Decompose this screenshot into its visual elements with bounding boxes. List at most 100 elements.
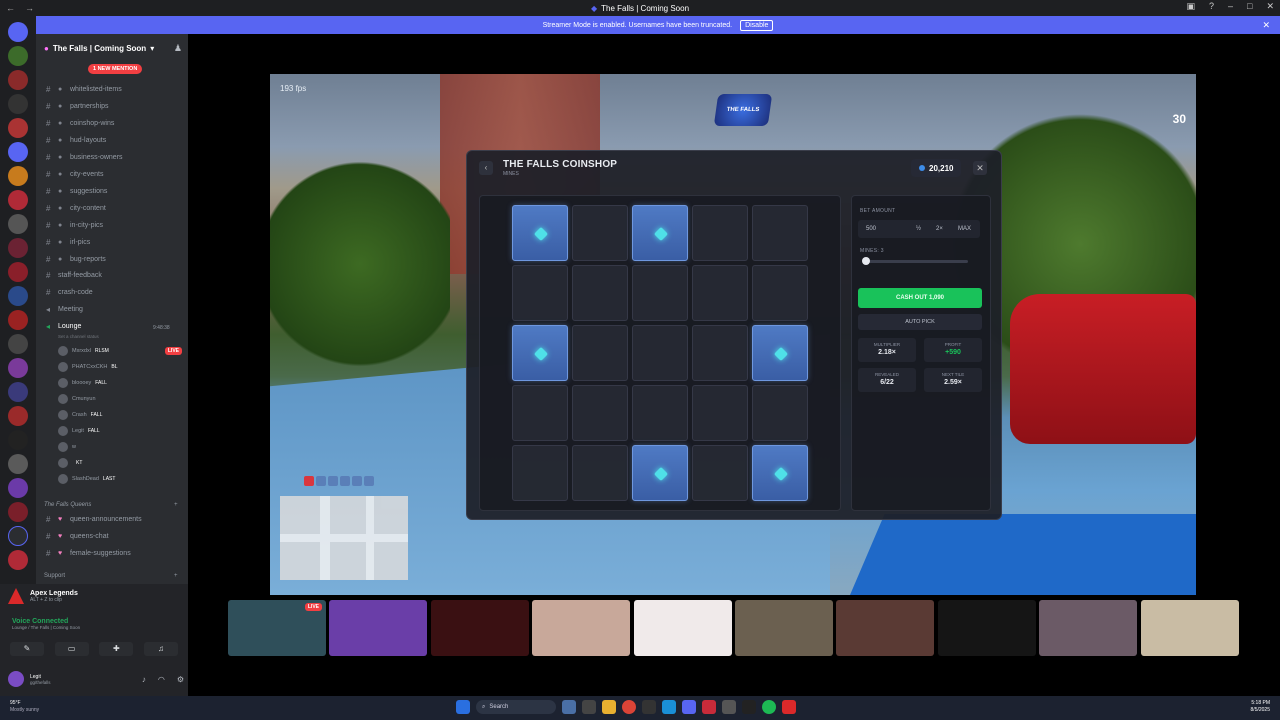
voice-user[interactable]: KT — [58, 456, 182, 470]
revealed-gem-tile[interactable] — [632, 445, 688, 501]
server-icon-6[interactable] — [8, 166, 28, 186]
hidden-tile[interactable] — [512, 445, 568, 501]
server-icon-12[interactable] — [8, 310, 28, 330]
channel-suggestions[interactable]: # ● suggestions — [46, 184, 107, 198]
hidden-tile[interactable] — [752, 385, 808, 441]
channel-irl-pics[interactable]: # ● irl-pics — [46, 235, 90, 249]
stream-thumbnail[interactable] — [430, 600, 529, 656]
channel-bug-reports[interactable]: # ● bug-reports — [46, 252, 106, 266]
hidden-tile[interactable] — [692, 205, 748, 261]
cash-out-button[interactable]: CASH OUT 1,090 — [858, 288, 982, 308]
server-icon-20[interactable] — [8, 502, 28, 522]
server-icon-16[interactable] — [8, 406, 28, 426]
discord-icon[interactable] — [682, 700, 696, 714]
server-icon-9[interactable] — [8, 238, 28, 258]
server-icon-the-falls[interactable] — [8, 526, 28, 546]
revealed-gem-tile[interactable] — [752, 325, 808, 381]
channel-city-content[interactable]: # ● city-content — [46, 201, 106, 215]
close-icon[interactable]: ✕ — [1266, 1, 1274, 12]
spotify-icon[interactable] — [762, 700, 776, 714]
channel-meeting[interactable]: ◂ Meeting — [46, 302, 83, 316]
stream-thumbnail[interactable] — [937, 600, 1036, 656]
help-icon[interactable]: ? — [1209, 1, 1214, 12]
close-banner-icon[interactable]: ✕ — [1262, 20, 1270, 31]
stream-thumbnail[interactable]: LIVE — [228, 600, 326, 656]
hidden-tile[interactable] — [752, 265, 808, 321]
stream-thumbnail[interactable] — [735, 600, 833, 656]
voice-channel-lounge[interactable]: ◂ Lounge — [46, 319, 81, 333]
maximize-icon[interactable]: □ — [1247, 1, 1252, 12]
stream-thumbnail[interactable] — [1039, 600, 1138, 656]
hidden-tile[interactable] — [512, 265, 568, 321]
server-icon-8[interactable] — [8, 214, 28, 234]
hidden-tile[interactable] — [632, 385, 688, 441]
hidden-tile[interactable] — [572, 205, 628, 261]
hidden-tile[interactable] — [512, 385, 568, 441]
task-view-icon[interactable] — [582, 700, 596, 714]
back-arrow-icon[interactable]: ← — [6, 3, 15, 13]
microphone-icon[interactable]: ♪ — [142, 675, 146, 684]
channel-crash-code[interactable]: # crash-code — [46, 285, 93, 299]
stream-thumbnail[interactable] — [329, 600, 428, 656]
bet-amount-input[interactable]: 500 ½ 2× MAX — [858, 220, 980, 238]
channel-business-owners[interactable]: # ● business-owners — [46, 150, 123, 164]
channel-hud-layouts[interactable]: # ● hud-layouts — [46, 133, 106, 147]
stream-thumbnail[interactable] — [532, 600, 631, 656]
stream-thumbnail[interactable] — [1140, 600, 1239, 656]
app-icon-2[interactable] — [662, 700, 676, 714]
hidden-tile[interactable] — [572, 445, 628, 501]
windows-start-icon[interactable] — [456, 700, 470, 714]
screen-share-icon[interactable]: ▭ — [54, 642, 89, 656]
category-the-falls-queens[interactable]: The Falls Queens + — [44, 502, 178, 508]
disable-streamer-mode-button[interactable]: Disable — [740, 19, 774, 31]
revealed-gem-tile[interactable] — [512, 325, 568, 381]
app-icon-3[interactable] — [702, 700, 716, 714]
server-header[interactable]: ● The Falls | Coming Soon ▾ ♟ — [36, 38, 188, 58]
half-bet-button[interactable]: ½ — [916, 226, 921, 232]
voice-user[interactable]: Mxrxdxl RLSM LIVE — [58, 344, 182, 358]
mines-slider[interactable] — [862, 257, 968, 265]
server-icon-10[interactable] — [8, 262, 28, 282]
chrome-icon[interactable] — [622, 700, 636, 714]
channel-coinshop-wins[interactable]: # ● coinshop-wins — [46, 116, 114, 130]
forward-arrow-icon[interactable]: → — [25, 3, 34, 13]
inbox-icon[interactable]: ▣ — [1186, 1, 1195, 12]
channel-partnerships[interactable]: # ● partnerships — [46, 99, 109, 113]
hidden-tile[interactable] — [632, 265, 688, 321]
hidden-tile[interactable] — [692, 445, 748, 501]
app-icon-5[interactable] — [742, 700, 756, 714]
server-icon-13[interactable] — [8, 334, 28, 354]
server-icon-11[interactable] — [8, 286, 28, 306]
minimize-icon[interactable]: – — [1228, 1, 1233, 12]
auto-pick-button[interactable]: AUTO PICK — [858, 314, 982, 330]
game-video[interactable]: 193 fps 30 THE FALLS ‹ THE FALLS COINSHO… — [270, 74, 1196, 595]
hidden-tile[interactable] — [692, 325, 748, 381]
add-channel-icon[interactable]: + — [174, 573, 178, 579]
game-activity[interactable]: Apex Legends ALT + Z to clip — [8, 588, 78, 604]
app-icon-1[interactable] — [642, 700, 656, 714]
widgets-icon[interactable] — [562, 700, 576, 714]
hidden-tile[interactable] — [692, 265, 748, 321]
weather-widget[interactable]: 95°F Mostly sunny — [10, 700, 39, 714]
server-icon-7[interactable] — [8, 190, 28, 210]
voice-user[interactable]: Crash FALL — [58, 408, 182, 422]
server-icon-4[interactable] — [8, 118, 28, 138]
channel-queen-announcements[interactable]: # ♥ queen-announcements — [46, 512, 142, 526]
server-icon-17[interactable] — [8, 430, 28, 450]
revealed-gem-tile[interactable] — [632, 205, 688, 261]
server-icon-1[interactable] — [8, 46, 28, 66]
revealed-gem-tile[interactable] — [752, 445, 808, 501]
server-icon-14[interactable] — [8, 358, 28, 378]
clock[interactable]: 5:18 PM 8/5/2025 — [1251, 700, 1270, 714]
server-icon-19[interactable] — [8, 478, 28, 498]
hidden-tile[interactable] — [572, 265, 628, 321]
double-bet-button[interactable]: 2× — [936, 226, 943, 232]
server-icon-21[interactable] — [8, 550, 28, 570]
channel-queens-chat[interactable]: # ♥ queens-chat — [46, 529, 109, 543]
add-member-icon[interactable]: ♟ — [174, 43, 182, 54]
search-box[interactable]: ⌕ Search — [476, 700, 556, 714]
channel-female-suggestions[interactable]: # ♥ female-suggestions — [46, 546, 131, 560]
hidden-tile[interactable] — [692, 385, 748, 441]
new-mention-badge[interactable]: 1 NEW MENTION — [88, 64, 143, 74]
revealed-gem-tile[interactable] — [512, 205, 568, 261]
